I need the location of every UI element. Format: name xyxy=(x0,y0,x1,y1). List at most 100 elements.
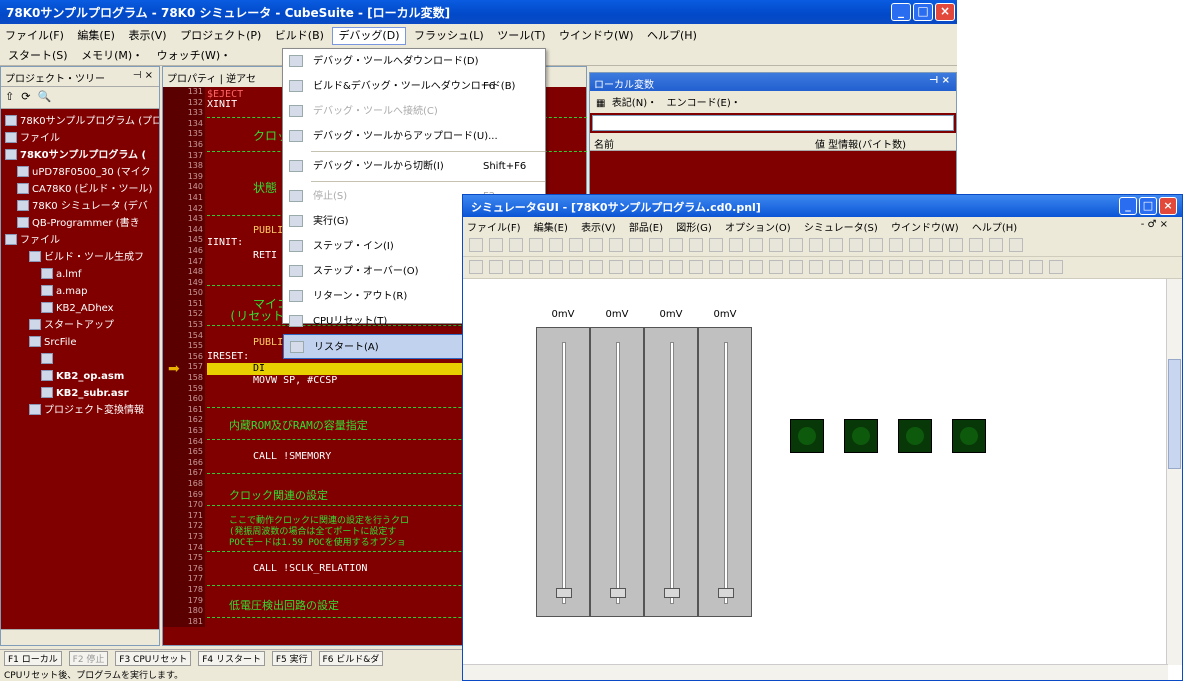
tree-item[interactable]: ファイル xyxy=(5,130,159,147)
sim-tool-icon[interactable] xyxy=(689,260,703,274)
sim-tool-icon[interactable] xyxy=(1009,260,1023,274)
tree-item[interactable]: QB-Programmer (書き xyxy=(5,215,159,232)
scope-select[interactable] xyxy=(592,115,954,131)
refresh-icon[interactable]: ⟳ xyxy=(21,90,30,103)
sim-tool-icon[interactable] xyxy=(509,260,523,274)
sim-tool-icon[interactable] xyxy=(729,260,743,274)
sim-tool-icon[interactable] xyxy=(1049,260,1063,274)
slider-thumb[interactable] xyxy=(610,588,626,598)
maximize-icon[interactable]: □ xyxy=(913,3,933,21)
sim-tool-icon[interactable] xyxy=(589,260,603,274)
sim-tool-icon[interactable] xyxy=(649,260,663,274)
local-close-icon[interactable]: ⊣ × xyxy=(929,75,950,86)
debug-menu-item[interactable]: デバッグ・ツールからアップロード(U)... xyxy=(283,124,545,149)
tree-item[interactable]: KB2_op.asm xyxy=(5,368,159,385)
sim-tool-icon[interactable] xyxy=(969,260,983,274)
sim-tool-icon[interactable] xyxy=(829,238,843,252)
sim-menu-edit[interactable]: 編集(E) xyxy=(534,223,568,234)
encode-dropdown[interactable]: エンコード(E)・ xyxy=(667,98,741,109)
tree-item[interactable]: ファイル xyxy=(5,232,159,249)
menu-view[interactable]: 表示(V) xyxy=(123,29,171,42)
close-icon[interactable]: × xyxy=(935,3,955,21)
tree-item[interactable]: uPD78F0500_30 (マイク xyxy=(5,164,159,181)
fkey-button[interactable]: F6 ビルド&ダ xyxy=(318,651,384,666)
sim-tool-icon[interactable] xyxy=(849,238,863,252)
sim-tool-icon[interactable] xyxy=(609,238,623,252)
tree-item[interactable]: プロジェクト変換情報 xyxy=(5,402,159,419)
sim-close-icon[interactable]: × xyxy=(1159,197,1177,215)
sim-tool-icon[interactable] xyxy=(629,238,643,252)
tree-item[interactable]: 78K0サンプルプログラム ( xyxy=(5,147,159,164)
sim-tool-icon[interactable] xyxy=(709,238,723,252)
sim-tool-icon[interactable] xyxy=(709,260,723,274)
sim-tool-icon[interactable] xyxy=(629,260,643,274)
voltage-slider[interactable] xyxy=(590,327,644,617)
sim-menu-file[interactable]: ファイル(F) xyxy=(467,223,521,234)
watch-button[interactable]: ウォッチ(W)・ xyxy=(157,49,231,62)
sim-tool-icon[interactable] xyxy=(809,260,823,274)
debug-menu-item[interactable]: ビルド&デバッグ・ツールへダウンロード(B) F6 xyxy=(283,74,545,99)
sim-tool-icon[interactable] xyxy=(489,238,503,252)
sim-tool-icon[interactable] xyxy=(509,238,523,252)
fkey-button[interactable]: F4 リスタート xyxy=(198,651,265,666)
sim-tool-icon[interactable] xyxy=(669,238,683,252)
sim-minimize-icon[interactable]: _ xyxy=(1119,197,1137,215)
menu-debug[interactable]: デバッグ(D) xyxy=(332,27,406,45)
sim-tool-icon[interactable] xyxy=(949,260,963,274)
sim-vertical-scrollbar[interactable] xyxy=(1166,279,1182,665)
sim-tool-icon[interactable] xyxy=(549,238,563,252)
sim-tool-icon[interactable] xyxy=(1029,260,1043,274)
sim-tool-icon[interactable] xyxy=(609,260,623,274)
menu-window[interactable]: ウインドウ(W) xyxy=(554,29,638,42)
sim-tool-icon[interactable] xyxy=(909,238,923,252)
sim-tool-icon[interactable] xyxy=(569,238,583,252)
sim-tool-icon[interactable] xyxy=(929,238,943,252)
grid-icon[interactable]: ▦ xyxy=(596,98,605,109)
sim-menu-shapes[interactable]: 図形(G) xyxy=(676,223,712,234)
sim-menu-simulator[interactable]: シミュレータ(S) xyxy=(804,223,878,234)
tab-properties[interactable]: プロパティ xyxy=(167,74,216,85)
sim-tool-icon[interactable] xyxy=(669,260,683,274)
sim-horizontal-scrollbar[interactable] xyxy=(463,664,1168,680)
sim-tool-icon[interactable] xyxy=(889,238,903,252)
sim-menu-parts[interactable]: 部品(E) xyxy=(629,223,663,234)
sim-tool-icon[interactable] xyxy=(469,260,483,274)
tree-item[interactable]: a.map xyxy=(5,283,159,300)
sim-maximize-icon[interactable]: □ xyxy=(1139,197,1157,215)
sim-title-bar[interactable]: シミュレータGUI - [78K0サンプルプログラム.cd0.pnl] _ □ … xyxy=(463,195,1182,217)
sim-tool-icon[interactable] xyxy=(989,260,1003,274)
tree-item[interactable]: 78K0サンプルプログラム (プロジェ xyxy=(5,113,159,130)
sim-tool-icon[interactable] xyxy=(929,260,943,274)
menu-project[interactable]: プロジェクト(P) xyxy=(175,29,266,42)
sim-tool-icon[interactable] xyxy=(769,238,783,252)
tree-item[interactable]: ビルド・ツール生成フ xyxy=(5,249,159,266)
pane-close-icon[interactable]: ⊣ × xyxy=(133,70,153,81)
fkey-button[interactable]: F3 CPUリセット xyxy=(115,651,192,666)
main-title-bar[interactable]: 78K0サンプルプログラム - 78K0 シミュレータ - CubeSuite … xyxy=(0,0,957,24)
sim-tool-icon[interactable] xyxy=(649,238,663,252)
sim-tool-icon[interactable] xyxy=(909,260,923,274)
menu-tool[interactable]: ツール(T) xyxy=(492,29,550,42)
voltage-slider[interactable] xyxy=(536,327,590,617)
tree-item[interactable]: SrcFile xyxy=(5,334,159,351)
tree-item[interactable]: KB2_ADhex xyxy=(5,300,159,317)
start-button[interactable]: スタート(S) xyxy=(8,49,68,62)
sim-tool-icon[interactable] xyxy=(469,238,483,252)
tree-item[interactable]: KB2_subr.asr xyxy=(5,385,159,402)
project-tree-hscrollbar[interactable] xyxy=(1,629,159,645)
sim-tool-icon[interactable] xyxy=(989,238,1003,252)
sim-mdi-controls[interactable]: - ♂ × xyxy=(1141,219,1168,230)
memory-button[interactable]: メモリ(M)・ xyxy=(81,49,143,62)
fkey-button[interactable]: F2 停止 xyxy=(68,651,109,666)
sim-tool-icon[interactable] xyxy=(869,260,883,274)
tree-item[interactable]: CA78K0 (ビルド・ツール) xyxy=(5,181,159,198)
sim-menu-window[interactable]: ウインドウ(W) xyxy=(891,223,959,234)
debug-menu-item[interactable]: デバッグ・ツールへダウンロード(D) xyxy=(283,49,545,74)
notation-dropdown[interactable]: 表記(N)・ xyxy=(612,98,657,109)
local-variables-titlebar[interactable]: ローカル変数 ⊣ × xyxy=(590,73,956,91)
sim-tool-icon[interactable] xyxy=(769,260,783,274)
debug-menu-item[interactable]: デバッグ・ツールへ接続(C) xyxy=(283,99,545,124)
sim-tool-icon[interactable] xyxy=(829,260,843,274)
up-icon[interactable]: ⇧ xyxy=(5,90,14,103)
sim-tool-icon[interactable] xyxy=(569,260,583,274)
